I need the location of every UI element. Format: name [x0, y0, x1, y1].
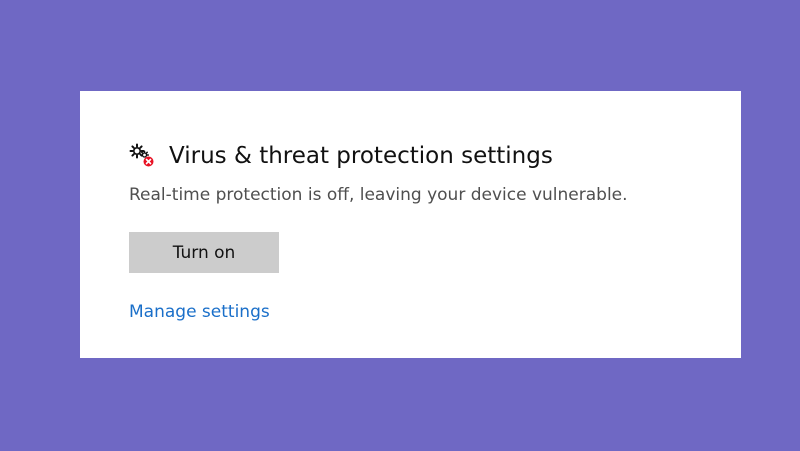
turn-on-button[interactable]: Turn on [129, 232, 279, 273]
virus-threat-settings-card: Virus & threat protection settings Real-… [80, 91, 741, 358]
status-description: Real-time protection is off, leaving you… [129, 185, 628, 205]
settings-gears-warning-icon [129, 143, 155, 169]
manage-settings-link[interactable]: Manage settings [129, 301, 270, 323]
page-title: Virus & threat protection settings [169, 143, 553, 169]
card-header: Virus & threat protection settings [129, 141, 553, 171]
